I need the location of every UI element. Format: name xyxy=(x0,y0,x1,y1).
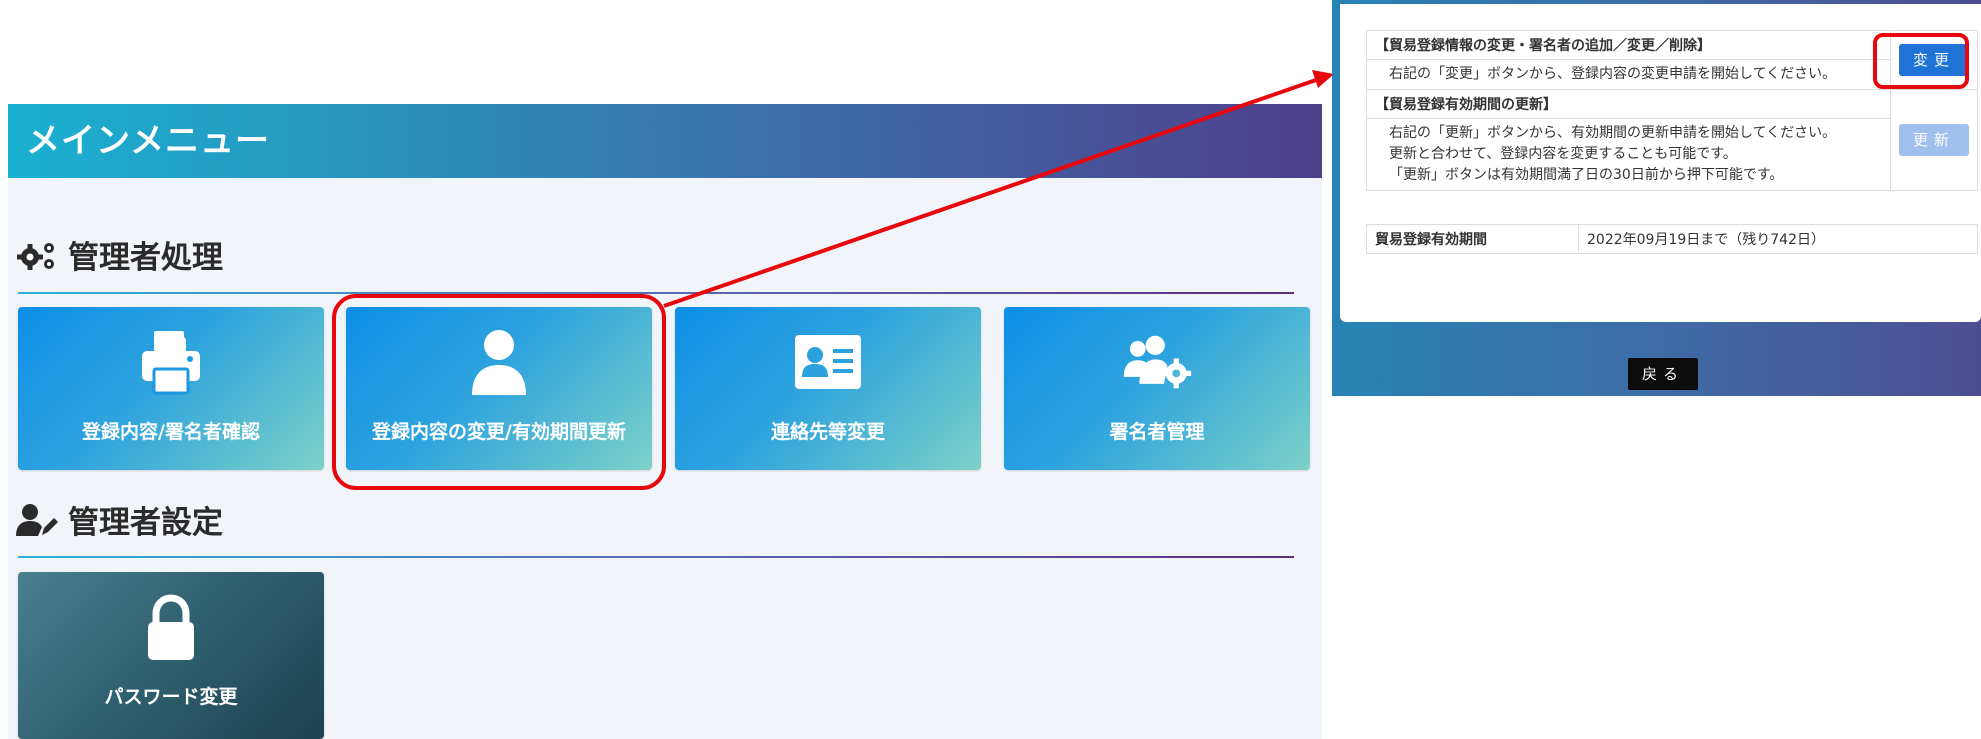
renew-desc-line: 「更新」ボタンは有効期間満了日の30日前から押下可能です。 xyxy=(1389,167,1784,183)
renew-desc-line: 更新と合わせて、登録内容を変更することも可能です。 xyxy=(1389,146,1737,162)
section-admin-process-title: 管理者処理 xyxy=(68,240,223,276)
section-divider xyxy=(18,292,1294,294)
renew-button[interactable]: 更新 xyxy=(1899,124,1969,156)
users-gear-icon xyxy=(1123,335,1192,389)
highlight-box xyxy=(1873,33,1969,89)
section-admin-settings-title: 管理者設定 xyxy=(68,505,223,541)
id-card-icon xyxy=(795,335,861,389)
page-title: メインメニュー xyxy=(26,121,270,161)
printer-icon xyxy=(142,331,200,395)
lock-icon xyxy=(148,594,194,660)
renew-heading: 【貿易登録有効期間の更新】 xyxy=(1366,89,1891,119)
tile-label: 登録内容/署名者確認 xyxy=(82,421,260,443)
tile-label: 連絡先等変更 xyxy=(770,421,885,443)
user-edit-icon xyxy=(16,503,58,536)
tile-label: パスワード変更 xyxy=(104,686,238,708)
gears-icon xyxy=(17,242,54,270)
renew-description: 右記の「更新」ボタンから、有効期間の更新申請を開始してください。 更新と合わせて… xyxy=(1366,118,1891,191)
section-admin-process-heading: 管理者処理 xyxy=(16,232,223,277)
page-header: メインメニュー xyxy=(8,104,1322,178)
validity-label: 貿易登録有効期間 xyxy=(1366,224,1579,254)
validity-value: 2022年09月19日まで（残り742日） xyxy=(1578,224,1978,254)
renew-desc-line: 右記の「更新」ボタンから、有効期間の更新申請を開始してください。 xyxy=(1389,125,1837,141)
section-divider xyxy=(18,556,1294,558)
back-button[interactable]: 戻る xyxy=(1628,358,1698,390)
validity-table: 貿易登録有効期間 2022年09月19日まで（残り742日） xyxy=(1366,224,1978,254)
tile-password-change[interactable]: パスワード変更 xyxy=(18,572,324,739)
tile-registration-signer-confirm[interactable]: 登録内容/署名者確認 xyxy=(18,307,324,470)
tile-signer-management[interactable]: 署名者管理 xyxy=(1004,307,1310,470)
tile-label: 署名者管理 xyxy=(1109,421,1205,443)
highlight-box xyxy=(332,294,666,490)
section-admin-settings-heading: 管理者設定 xyxy=(16,497,223,542)
change-description: 右記の「変更」ボタンから、登録内容の変更申請を開始してください。 xyxy=(1366,59,1891,90)
change-heading: 【貿易登録情報の変更・署名者の追加／変更／削除】 xyxy=(1366,30,1891,60)
tile-contact-change[interactable]: 連絡先等変更 xyxy=(675,307,981,470)
main-menu-screen: メインメニュー 管理者処理 登録内容/署名者確認 登録内容の変更/有効期間更新 … xyxy=(0,0,1322,739)
renew-button-cell: 更新 xyxy=(1890,89,1978,191)
